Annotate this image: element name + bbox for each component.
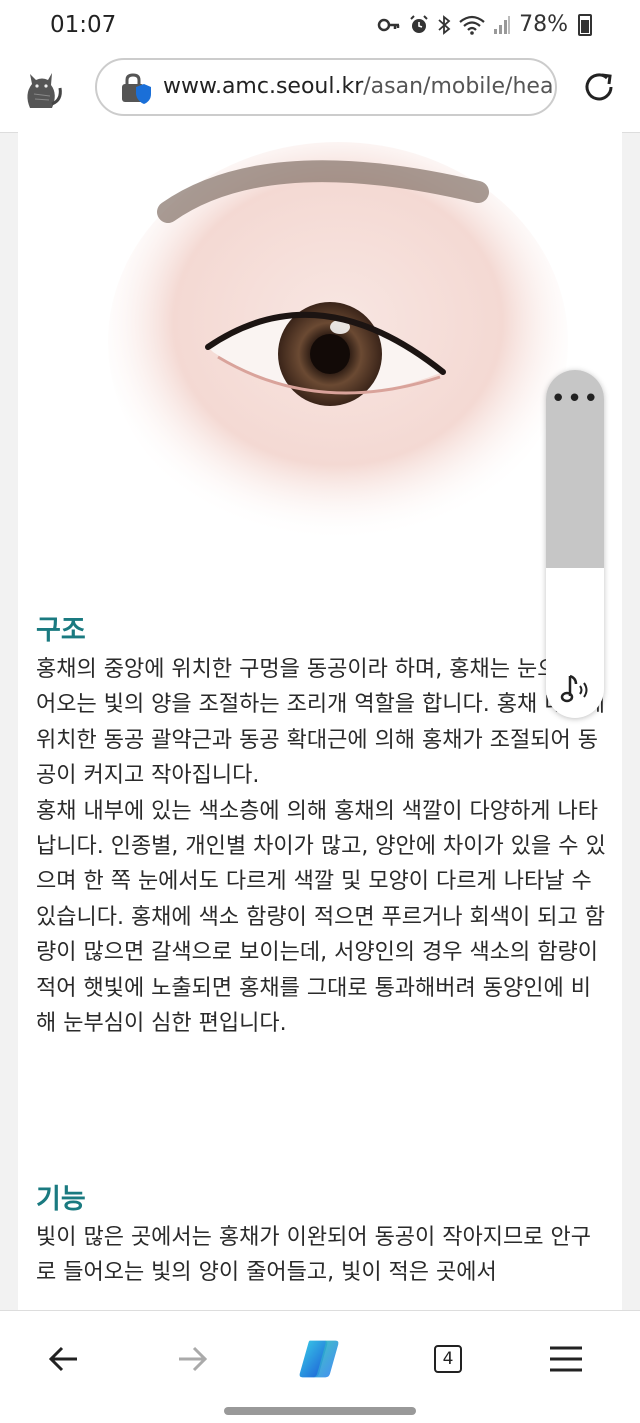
forward-button[interactable]	[170, 1337, 214, 1381]
menu-icon	[550, 1346, 582, 1372]
reload-icon[interactable]	[580, 68, 618, 106]
more-icon[interactable]: •••	[546, 384, 604, 414]
status-bar: 01:07 78%	[0, 0, 640, 54]
battery-icon	[578, 13, 592, 36]
structure-paragraph-1: 홍채의 중앙에 위치한 구멍을 동공이라 하며, 홍채는 눈으로 들어오는 빛의…	[36, 657, 605, 789]
copilot-button[interactable]	[297, 1337, 341, 1381]
copilot-icon	[299, 1340, 339, 1378]
status-icons: 78%	[377, 12, 592, 37]
url-text: www.amc.seoul.kr/asan/mobile/healt	[163, 74, 557, 99]
url-path: /asan/mobile/healt	[363, 74, 557, 99]
floating-audio-panel[interactable]: •••	[546, 370, 604, 718]
browser-bottom-bar: 4	[0, 1310, 640, 1423]
profile-avatar[interactable]	[16, 64, 66, 114]
section-title-structure: 구조	[36, 615, 86, 646]
tabs-button[interactable]: 4	[426, 1337, 470, 1381]
tabs-icon: 4	[434, 1345, 462, 1373]
function-paragraph-1: 빛이 많은 곳에서는 홍채가 이완되어 동공이 작아지므로 안구로 들어오는 빛…	[36, 1225, 591, 1286]
bluetooth-icon	[438, 14, 451, 35]
structure-paragraphs: 홍채의 중앙에 위치한 구멍을 동공이라 하며, 홍채는 눈으로 들어오는 빛의…	[36, 652, 606, 1041]
browser-toolbar: www.amc.seoul.kr/asan/mobile/healt	[0, 54, 640, 133]
structure-paragraph-2: 홍채 내부에 있는 색소층에 의해 홍채의 색깔이 다양하게 나타납니다. 인종…	[36, 798, 606, 1037]
key-icon	[377, 18, 400, 31]
menu-button[interactable]	[544, 1337, 588, 1381]
url-host: www.amc.seoul.kr	[163, 74, 364, 99]
home-indicator[interactable]	[224, 1407, 416, 1415]
forward-arrow-icon	[179, 1346, 207, 1372]
alarm-icon	[410, 14, 428, 33]
web-page: 구조 홍채의 중앙에 위치한 구멍을 동공이라 하며, 홍채는 눈으로 들어오는…	[18, 132, 622, 1310]
signal-icon	[494, 15, 511, 34]
music-note-icon[interactable]	[558, 670, 594, 706]
back-button[interactable]	[42, 1337, 86, 1381]
wifi-icon	[459, 15, 485, 35]
status-time: 01:07	[50, 12, 117, 38]
address-bar[interactable]: www.amc.seoul.kr/asan/mobile/healt	[95, 58, 557, 116]
section-title-function: 기능	[36, 1184, 86, 1215]
function-paragraph: 빛이 많은 곳에서는 홍채가 이완되어 동공이 작아지므로 안구로 들어오는 빛…	[36, 1220, 606, 1291]
lock-shield-icon[interactable]	[119, 72, 151, 104]
battery-percent: 78%	[519, 12, 568, 37]
back-arrow-icon	[49, 1346, 77, 1372]
eye-illustration	[108, 142, 568, 542]
